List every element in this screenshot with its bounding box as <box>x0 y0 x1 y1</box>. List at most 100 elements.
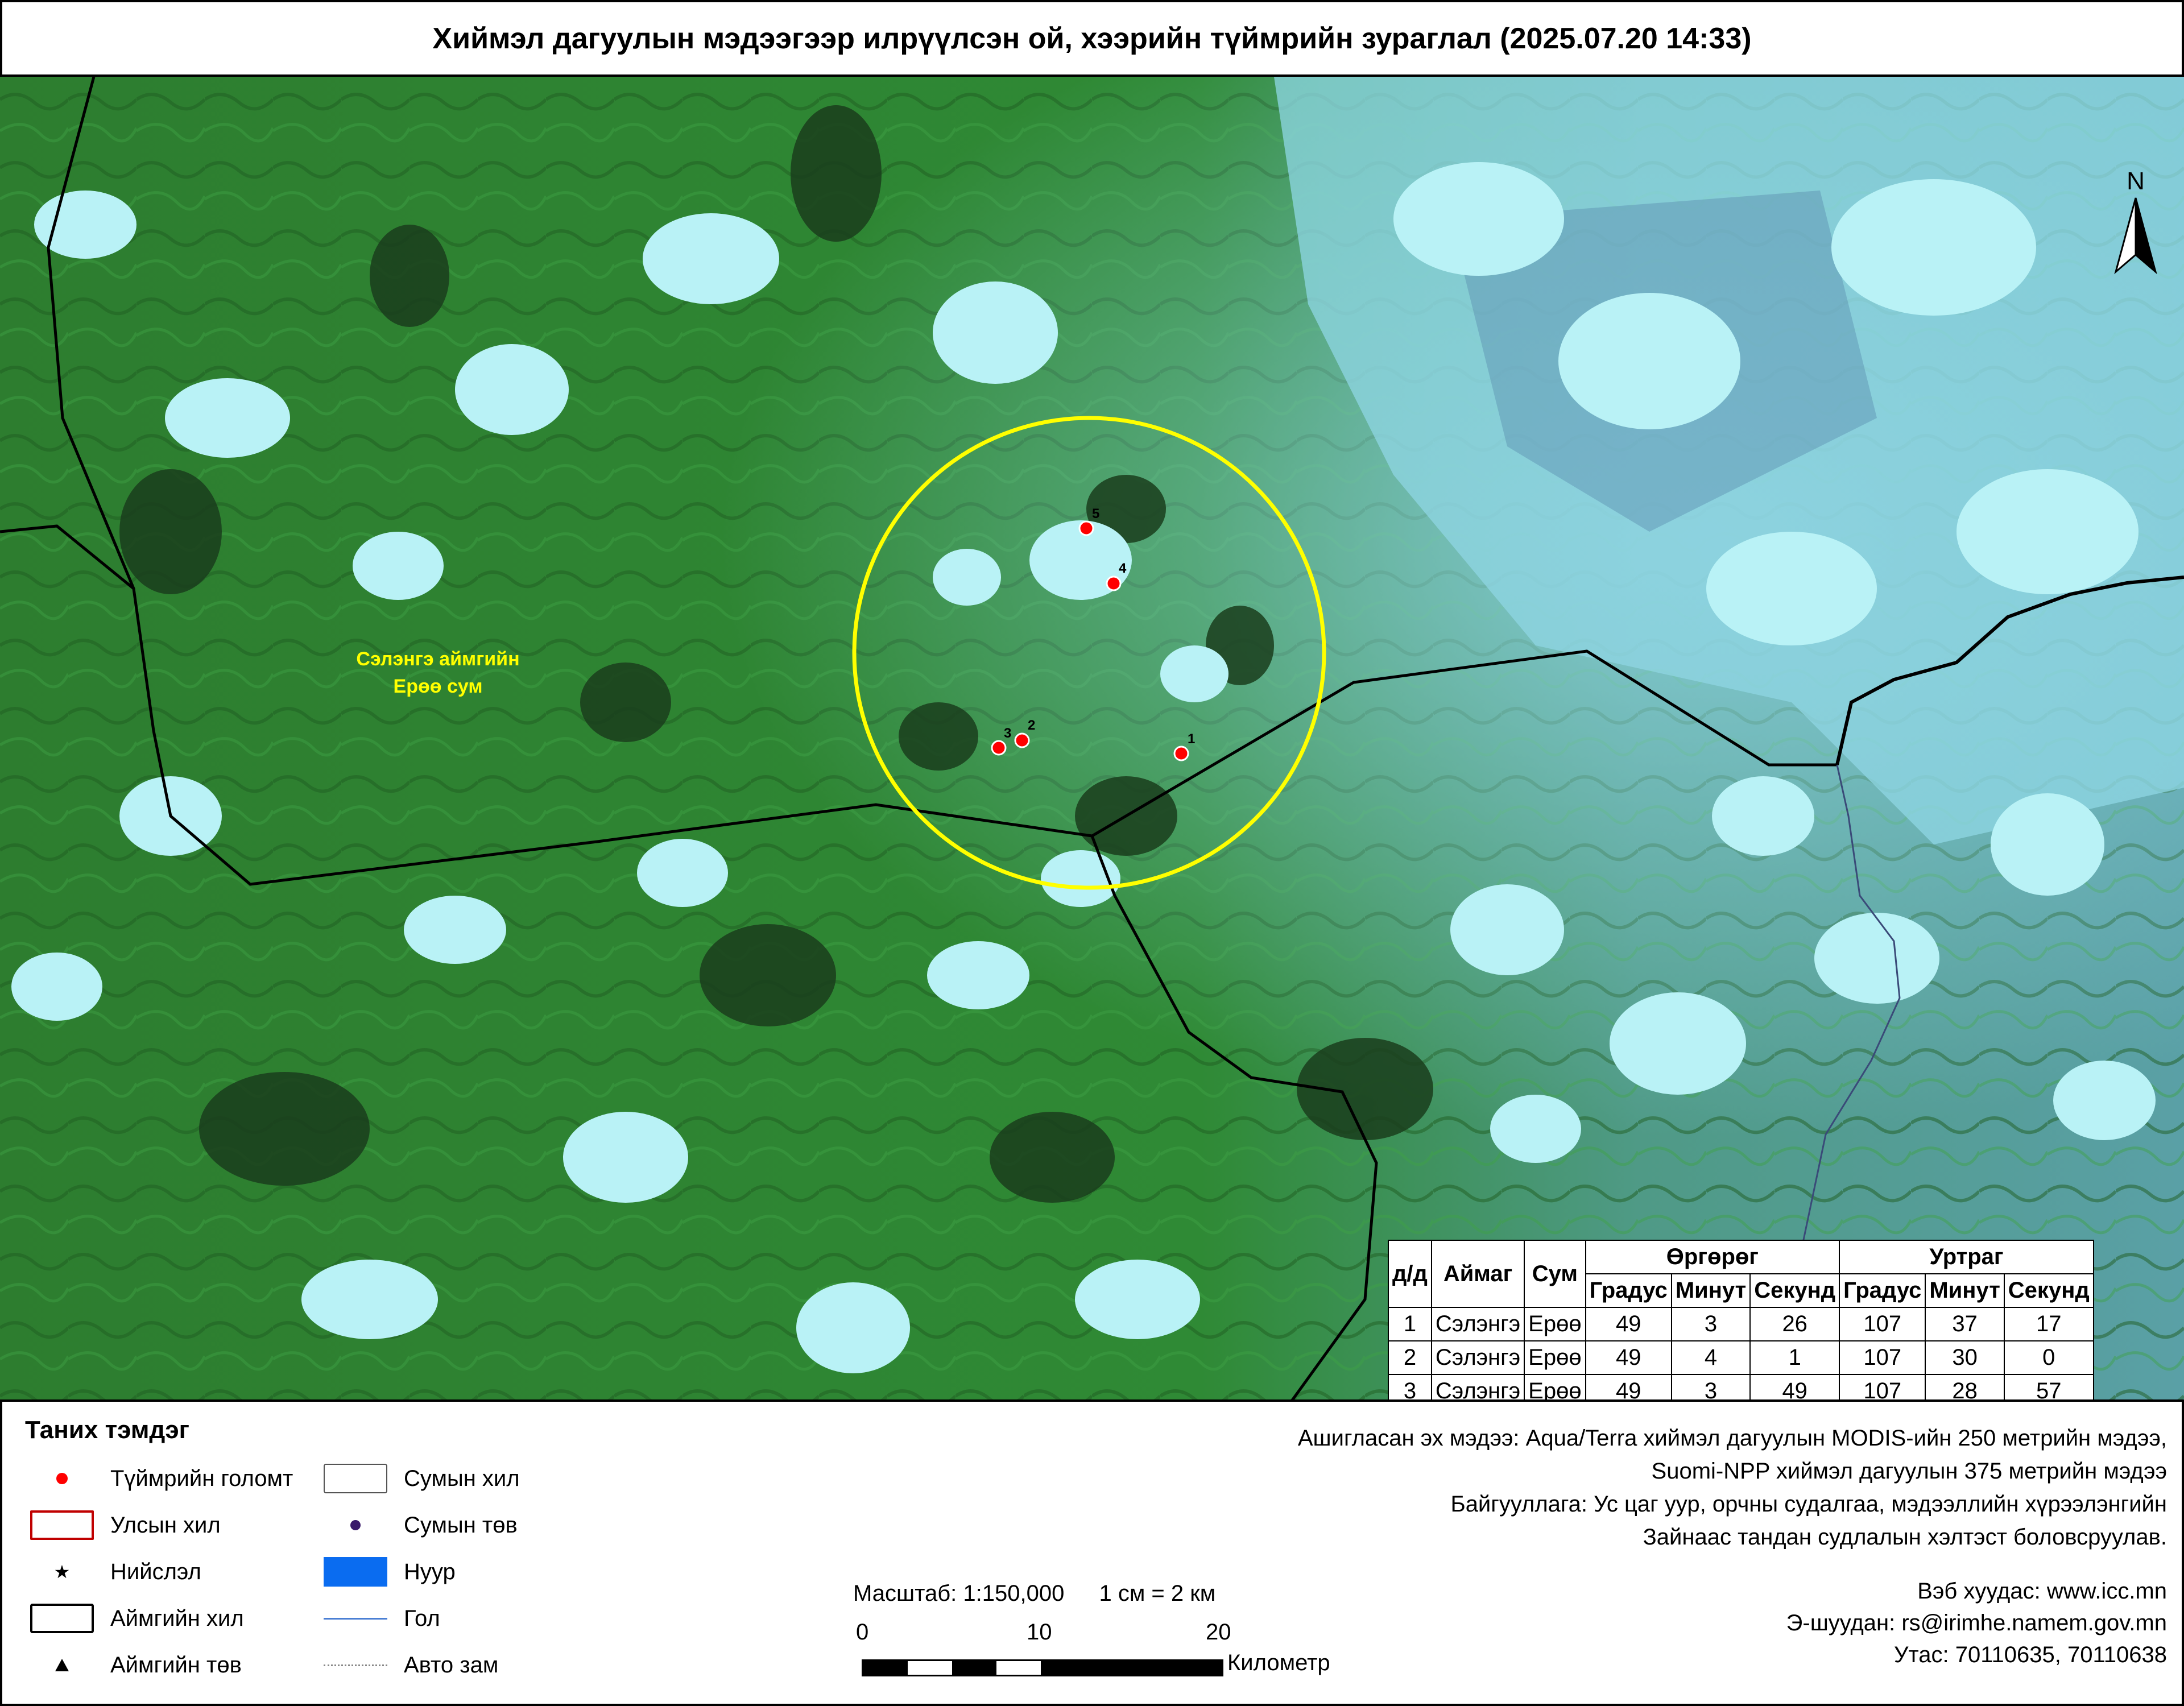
table-cell: 0 <box>2003 1340 2094 1375</box>
table-cell: Сэлэнгэ <box>1430 1340 1525 1375</box>
legend-label-aimag-center: Аймгийн төв <box>110 1652 242 1678</box>
table-cell: 26 <box>1749 1307 1840 1341</box>
table-body: 1 Сэлэнгэ Ерөө 49 3 26 107 37 17 2 Сэлэнгэ Ерөө 49 4 1… <box>1388 1307 2094 1399</box>
table-cell: 37 <box>1925 1307 2005 1341</box>
legend-item-lake: Нуур <box>318 1555 456 1589</box>
fire-label-3: 3 <box>1004 726 1011 741</box>
river-icon <box>318 1601 392 1635</box>
satellite-map[interactable]: 1 2 3 4 5 Сэлэнгэ аймгийн Ерөө сум N д/д… <box>0 77 2184 1402</box>
legend-label-sum-center: Сумын төв <box>404 1512 518 1538</box>
credits-line3: Байгууллага: Ус цаг уур, орчны судалгаа,… <box>1450 1492 2167 1517</box>
scale-tick-20: 20 <box>1206 1620 1231 1645</box>
legend-label-state-border: Улсын хил <box>110 1512 221 1538</box>
table-subheader-lon-deg: Градус <box>1839 1273 1926 1308</box>
table-cell: 3 <box>1388 1374 1432 1399</box>
credits-line4: Зайнаас тандан судлалын хэлтэст боловсру… <box>1643 1525 2167 1550</box>
table-cell: 49 <box>1585 1307 1672 1341</box>
table-subheader-lat-min: Минут <box>1670 1273 1751 1308</box>
legend-label-sum-border: Сумын хил <box>404 1465 520 1491</box>
legend-label-capital: Нийслэл <box>110 1559 201 1584</box>
table-header-sum: Сум <box>1524 1240 1586 1308</box>
scale-label-text: Масштаб: <box>853 1581 957 1606</box>
table-cell: Сэлэнгэ <box>1430 1374 1525 1399</box>
table-cell: 30 <box>1925 1340 2005 1375</box>
scale-label: Масштаб: 1:150,000 1 см = 2 км <box>853 1581 1215 1606</box>
table-subheader-lat-sec: Секунд <box>1749 1273 1840 1308</box>
fire-label-5: 5 <box>1092 506 1099 521</box>
table-cell: 57 <box>2003 1374 2094 1399</box>
star-icon: ★ <box>53 1562 71 1582</box>
table-cell: 3 <box>1670 1307 1751 1341</box>
fire-label-1: 1 <box>1188 731 1195 747</box>
satellite-image: 1 2 3 4 5 <box>0 77 2184 1399</box>
scale-bar <box>862 1659 1223 1676</box>
legend-item-state-border: Улсын хил <box>25 1508 221 1542</box>
aimag-border-icon <box>25 1601 99 1635</box>
legend-label-road: Авто зам <box>404 1652 499 1678</box>
table-cell: 107 <box>1839 1374 1926 1399</box>
table-cell: 3 <box>1670 1374 1751 1399</box>
legend-item-road: Авто зам <box>318 1648 498 1682</box>
table-cell: 2 <box>1388 1340 1432 1375</box>
table-cell: 107 <box>1839 1307 1926 1341</box>
scale-tick-0: 0 <box>856 1620 869 1645</box>
contacts: Вэб хуудас: www.icc.mn Э-шуудан: rs@irim… <box>1786 1575 2167 1671</box>
legend-item-river: Гол <box>318 1601 440 1635</box>
table-subheader-lat-deg: Градус <box>1585 1273 1672 1308</box>
legend-item-fire: Түймрийн голомт <box>25 1461 293 1496</box>
sum-border-icon <box>318 1461 392 1496</box>
north-label: N <box>2127 167 2145 195</box>
legend-label-lake: Нуур <box>404 1559 456 1584</box>
table-cell: 1 <box>1749 1340 1840 1375</box>
legend-label-aimag-border: Аймгийн хил <box>110 1605 244 1631</box>
table-cell: 28 <box>1925 1374 2005 1399</box>
sum-center-icon <box>318 1508 392 1542</box>
legend-item-aimag-border: Аймгийн хил <box>25 1601 244 1635</box>
credits-line1: Ашигласан эх мэдээ: Aqua/Terra хиймэл да… <box>1297 1426 2167 1451</box>
fire-point-2[interactable] <box>1014 732 1030 748</box>
legend-item-aimag-center: Аймгийн төв <box>25 1648 242 1682</box>
fire-label-4: 4 <box>1119 561 1127 576</box>
table-cell: Ерөө <box>1524 1340 1586 1375</box>
legend-item-capital: ★ Нийслэл <box>25 1555 201 1589</box>
table-header-lon: Уртраг <box>1839 1240 2094 1274</box>
region-label-line1: Сэлэнгэ аймгийн <box>356 648 520 670</box>
fire-point-1[interactable] <box>1173 746 1189 761</box>
scale-unit: Километр <box>1227 1650 1330 1675</box>
table-cell: 1 <box>1388 1307 1432 1341</box>
scale-ratio: 1:150,000 <box>963 1581 1065 1606</box>
table-subheader-lon-sec: Секунд <box>2003 1273 2094 1308</box>
contact-web[interactable]: Вэб хуудас: www.icc.mn <box>1786 1575 2167 1607</box>
table-header-lat: Өргөрөг <box>1585 1240 1840 1274</box>
triangle-icon <box>25 1648 99 1682</box>
lake-icon <box>318 1555 392 1589</box>
contact-phone: Утас: 70110635, 70110638 <box>1894 1642 2167 1667</box>
table-cell: 49 <box>1749 1374 1840 1399</box>
table-header-id: д/д <box>1388 1240 1432 1308</box>
contact-email[interactable]: Э-шуудан: rs@irimhe.namem.gov.mn <box>1786 1607 2167 1639</box>
scale-tick-10: 10 <box>1027 1620 1052 1645</box>
legend-label-fire: Түймрийн голомт <box>110 1465 293 1491</box>
table-cell: Сэлэнгэ <box>1430 1307 1525 1341</box>
legend-item-sum-center: Сумын төв <box>318 1508 518 1542</box>
scale-equiv: 1 см = 2 км <box>1099 1581 1216 1606</box>
map-title: Хиймэл дагуулын мэдээгээр илрүүлсэн ой, … <box>0 0 2184 77</box>
legend-label-river: Гол <box>404 1605 440 1631</box>
table-cell: 107 <box>1839 1340 1926 1375</box>
region-label: Сэлэнгэ аймгийн Ерөө сум <box>290 645 586 700</box>
table-cell: 17 <box>2003 1307 2094 1341</box>
table-row: 3 Сэлэнгэ Ерөө 49 3 49 107 28 57 <box>1388 1374 2094 1399</box>
table-cell: Ерөө <box>1524 1307 1586 1341</box>
fire-label-2: 2 <box>1028 718 1035 733</box>
fire-point-3[interactable] <box>991 740 1007 756</box>
coordinate-table: д/д Аймаг Сум Өргөрөг Уртраг Градус Мину… <box>1388 1240 2094 1399</box>
table-header-aimag: Аймаг <box>1430 1240 1525 1308</box>
credits: Ашигласан эх мэдээ: Aqua/Terra хиймэл да… <box>1298 1422 2167 1554</box>
fire-point-4[interactable] <box>1106 575 1122 591</box>
table-cell: 4 <box>1670 1340 1751 1375</box>
table-cell: 49 <box>1585 1340 1672 1375</box>
fire-point-5[interactable] <box>1078 520 1094 536</box>
map-title-text: Хиймэл дагуулын мэдээгээр илрүүлсэн ой, … <box>432 22 1752 55</box>
north-arrow-icon: N <box>2110 167 2161 280</box>
region-label-line2: Ерөө сум <box>393 676 483 697</box>
